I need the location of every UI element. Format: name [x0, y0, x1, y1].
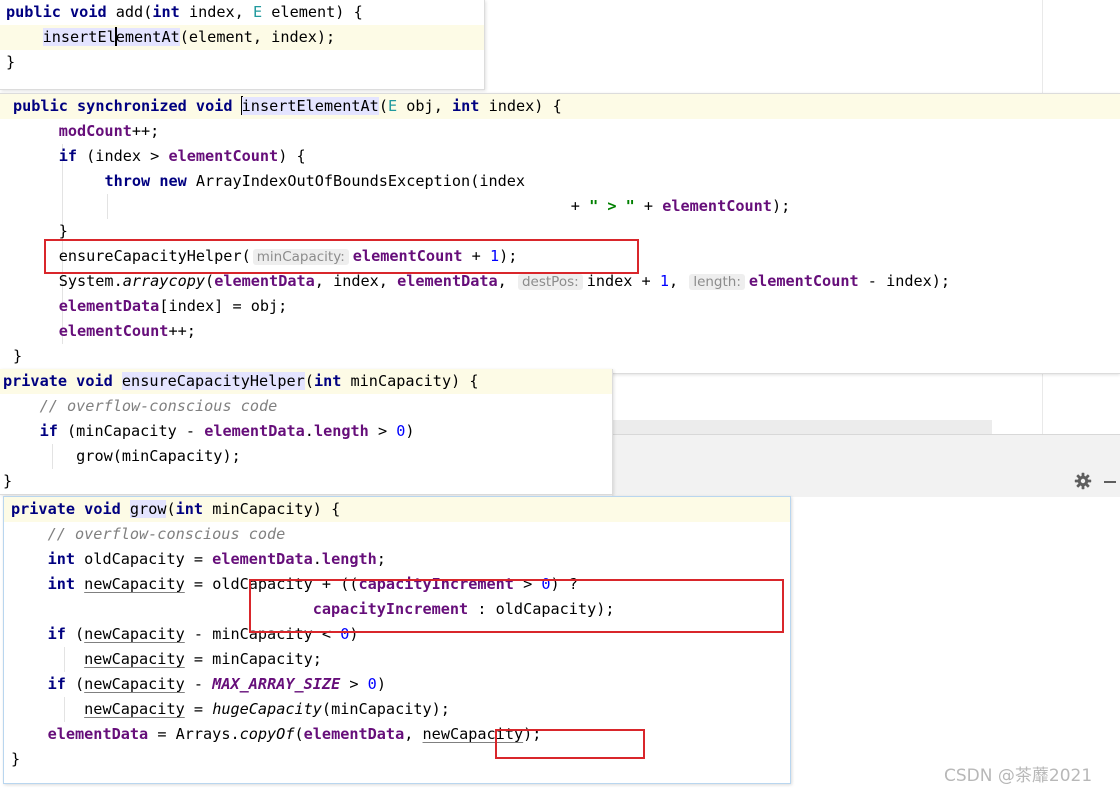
code-line-signature: private void grow(int minCapacity) { — [4, 497, 790, 522]
code-line: newCapacity = hugeCapacity(minCapacity); — [84, 700, 450, 718]
code-line-signature: private void ensureCapacityHelper(int mi… — [0, 369, 612, 394]
highlight-box-copyOf-arg — [495, 729, 645, 759]
code-line: grow(minCapacity); — [76, 447, 241, 465]
highlight-box-ensureCapacityHelper — [44, 239, 639, 274]
code-line: if (newCapacity - MAX_ARRAY_SIZE > 0) — [47, 675, 386, 693]
code-snippet-add: public void add(int index, E element) { … — [0, 0, 485, 90]
code-line: public void add(int index, E element) { — [6, 3, 363, 21]
code-snippet-insertElementAt: public synchronized void insertElementAt… — [0, 93, 1120, 374]
code-line: + " > " + elementCount); — [570, 197, 791, 215]
code-line: } — [11, 750, 21, 768]
code-line: int oldCapacity = elementData.length; — [47, 550, 386, 568]
highlight-box-newCapacity-formula — [249, 579, 784, 633]
code-line: elementData = Arrays.copyOf(elementData,… — [47, 725, 542, 743]
code-line: newCapacity = minCapacity; — [84, 650, 322, 668]
code-line: } — [6, 53, 16, 71]
code-line: } — [3, 472, 13, 490]
method-name-insertElementAt[interactable]: insertElementAt — [241, 97, 379, 115]
code-line: // overflow-conscious code — [39, 397, 278, 415]
code-line: if (index > elementCount) { — [58, 147, 306, 165]
method-name-ensureCapacityHelper[interactable]: ensureCapacityHelper — [121, 372, 305, 390]
code-line: modCount++; — [58, 122, 160, 140]
code-line: if (minCapacity - elementData.length > 0… — [39, 422, 415, 440]
horizontal-scrollbar[interactable] — [612, 420, 992, 435]
code-line: // overflow-conscious code — [47, 525, 286, 543]
code-line: elementCount++; — [58, 322, 196, 340]
method-name-grow[interactable]: grow — [129, 500, 167, 518]
minimize-icon[interactable] — [1104, 481, 1116, 483]
code-line-current: insertElementAt(element, index); — [0, 25, 484, 50]
code-line-signature: public synchronized void insertElementAt… — [0, 94, 1120, 119]
code-line: throw new ArrayIndexOutOfBoundsException… — [104, 172, 526, 190]
watermark: CSDN @茶蘼2021 — [944, 766, 1093, 786]
tool-window-actions — [1074, 472, 1116, 490]
code-line: } — [13, 347, 23, 365]
gear-icon[interactable] — [1074, 472, 1092, 490]
method-call-insertElementAt[interactable]: insertElementAt — [42, 27, 180, 46]
parameter-hint: destPos: — [517, 274, 583, 290]
code-snippet-ensureCapacityHelper: private void ensureCapacityHelper(int mi… — [0, 369, 613, 495]
code-line: elementData[index] = obj; — [58, 297, 288, 315]
code-snippet-grow: private void grow(int minCapacity) { // … — [3, 496, 791, 784]
tool-window-header — [612, 434, 1120, 497]
parameter-hint: length: — [689, 274, 745, 290]
